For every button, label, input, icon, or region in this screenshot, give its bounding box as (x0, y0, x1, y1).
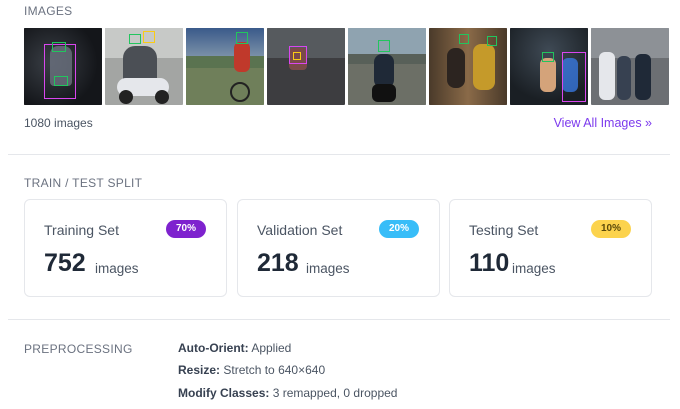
preprocessing-row-modify-classes: Modify Classes: 3 remapped, 0 dropped (178, 386, 397, 400)
divider (8, 154, 670, 155)
preprocessing-value: 3 remapped, 0 dropped (272, 386, 398, 400)
card-title: Validation Set (257, 222, 343, 238)
percentage-badge: 10% (591, 220, 631, 238)
image-count-unit: images (306, 261, 350, 276)
testing-set-card: Testing Set 10% 110 images (449, 199, 652, 297)
thumbnail-3[interactable] (186, 28, 264, 105)
image-count-value: 752 (44, 249, 86, 277)
thumbnail-4[interactable] (267, 28, 345, 105)
image-count-unit: images (512, 261, 556, 276)
preprocessing-key: Auto-Orient: (178, 341, 249, 355)
preprocessing-row-resize: Resize: Stretch to 640×640 (178, 363, 325, 377)
card-title: Testing Set (469, 222, 539, 238)
preprocessing-section-label: PREPROCESSING (24, 342, 133, 356)
preprocessing-row-auto-orient: Auto-Orient: Applied (178, 341, 291, 355)
percentage-badge: 70% (166, 220, 206, 238)
thumbnail-7[interactable] (510, 28, 588, 105)
thumbnail-6[interactable] (429, 28, 507, 105)
thumbnail-1[interactable] (24, 28, 102, 105)
preprocessing-key: Modify Classes: (178, 386, 270, 400)
images-section-label: IMAGES (24, 4, 73, 18)
view-all-images-link[interactable]: View All Images » (554, 116, 652, 130)
preprocessing-key: Resize: (178, 363, 221, 377)
thumbnail-2[interactable] (105, 28, 183, 105)
image-count-unit: images (95, 261, 139, 276)
image-thumbnail-strip (24, 28, 669, 105)
preprocessing-value: Stretch to 640×640 (223, 363, 326, 377)
percentage-badge: 20% (379, 220, 419, 238)
validation-set-card: Validation Set 20% 218 images (237, 199, 440, 297)
preprocessing-value: Applied (251, 341, 292, 355)
thumbnail-8[interactable] (591, 28, 669, 105)
image-count: 1080 images (24, 116, 93, 130)
divider (8, 319, 670, 320)
split-section-label: TRAIN / TEST SPLIT (24, 176, 143, 190)
image-count-value: 218 (257, 249, 299, 277)
thumbnail-5[interactable] (348, 28, 426, 105)
training-set-card: Training Set 70% 752 images (24, 199, 227, 297)
card-title: Training Set (44, 222, 119, 238)
image-count-value: 110 (469, 249, 510, 277)
